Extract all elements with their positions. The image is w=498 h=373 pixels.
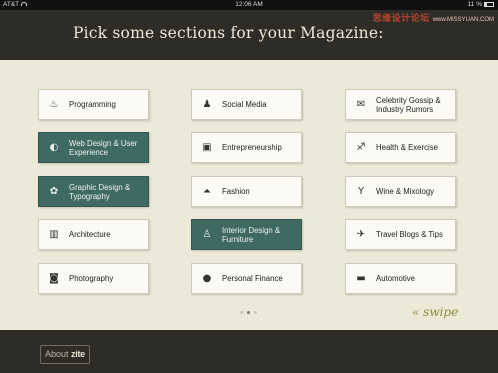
section-tile[interactable]: Y Wine & Mixology (345, 176, 456, 207)
chair-icon: ♙ (202, 228, 212, 240)
firefox-icon: ◐ (49, 141, 59, 153)
section-label: Wine & Mixology (376, 187, 435, 196)
section-tile[interactable]: ♐ Health & Exercise (345, 132, 456, 163)
watermark-cn: 思缘设计论坛 (372, 13, 430, 23)
section-label: Personal Finance (222, 274, 283, 283)
page-indicator (240, 311, 260, 315)
page-dot[interactable] (240, 311, 243, 314)
section-tile[interactable]: ♙ Interior Design & Furniture (191, 219, 302, 250)
section-tile[interactable]: ✈ Travel Blogs & Tips (345, 219, 456, 250)
section-label: Photography (69, 274, 114, 283)
section-tile[interactable]: ▬ Automotive (345, 263, 456, 294)
section-tile[interactable]: ✉ Celebrity Gossip & Industry Rumors (345, 89, 456, 120)
section-label: Celebrity Gossip & Industry Rumors (376, 95, 441, 114)
about-zite-button[interactable]: About zite (40, 345, 90, 364)
section-tile[interactable]: ✿ Graphic Design & Typography (38, 176, 149, 207)
page-title: Pick some sections for your Magazine: (73, 24, 384, 42)
section-tile[interactable]: ♨ Programming (38, 89, 149, 120)
battery-icon (484, 1, 494, 7)
runner-icon: ♐ (356, 141, 366, 153)
section-tile[interactable]: ♟ Social Media (191, 89, 302, 120)
hanger-icon: ⏶ (203, 185, 211, 197)
page-dot[interactable] (247, 311, 250, 314)
watermark: 思缘设计论坛 www.MISSYUAN.COM (373, 11, 494, 24)
status-time: 12:06 AM (235, 1, 263, 8)
section-label: Programming (69, 100, 116, 109)
section-grid: ♨ Programming ♟ Social Media ✉ Celebrity Goss… (0, 60, 498, 330)
section-label: Graphic Design & Typography (69, 182, 131, 201)
status-bar: AT&T 12:06 AM 11 % (0, 0, 498, 10)
section-tile[interactable]: ◙ Photography (38, 263, 149, 294)
section-label: Interior Design & Furniture (222, 225, 281, 244)
piggy-bank-icon: ● (202, 272, 212, 284)
presentation-board-icon: ▣ (202, 141, 212, 153)
battery-percent: 11 % (467, 1, 482, 8)
cocktail-glass-icon: Y (357, 185, 365, 197)
section-tile[interactable]: ● Personal Finance (191, 263, 302, 294)
car-icon: ▬ (356, 272, 366, 284)
section-label: Automotive (376, 274, 416, 283)
people-icon: ♟ (202, 98, 212, 110)
section-label: Web Design & User Experience (69, 138, 138, 157)
watermark-en: www.MISSYUAN.COM (432, 17, 494, 23)
section-label: Travel Blogs & Tips (376, 230, 443, 239)
section-label: Health & Exercise (376, 143, 438, 152)
page-dot[interactable] (254, 311, 257, 314)
coffee-cup-icon: ♨ (49, 98, 59, 110)
section-label: Entrepreneurship (222, 143, 282, 152)
section-tile[interactable]: ◐ Web Design & User Experience (38, 132, 149, 163)
section-label: Architecture (69, 230, 111, 239)
section-label: Fashion (222, 187, 250, 196)
speech-bubble-icon: ✉ (356, 98, 366, 110)
airplane-icon: ✈ (356, 228, 366, 240)
about-label: About (45, 349, 69, 359)
section-tile[interactable]: ⏶ Fashion (191, 176, 302, 207)
swipe-hint: « swipe (412, 305, 459, 319)
section-label: Social Media (222, 100, 267, 109)
camera-icon: ◙ (49, 272, 59, 284)
section-tile[interactable]: ▣ Entrepreneurship (191, 132, 302, 163)
zite-logo: zite (71, 349, 85, 359)
buildings-icon: ▥ (49, 228, 59, 240)
palette-icon: ✿ (49, 185, 59, 197)
section-tile[interactable]: ▥ Architecture (38, 219, 149, 250)
battery-indicator: 11 % (468, 0, 494, 10)
